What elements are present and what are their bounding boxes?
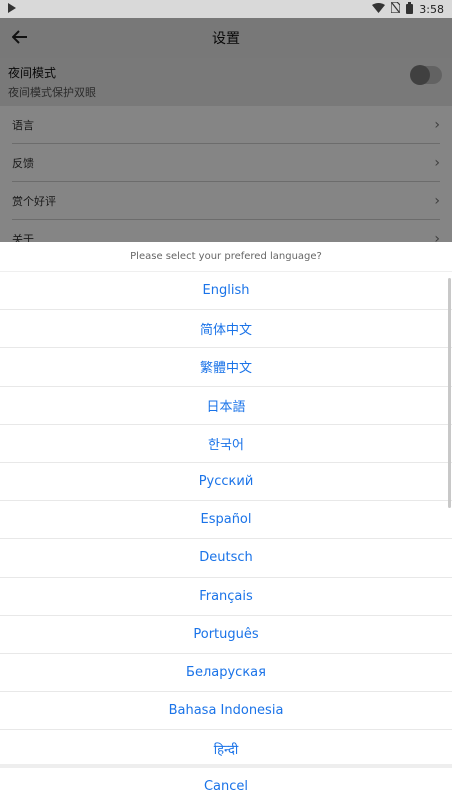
status-bar: 3:58: [0, 0, 452, 18]
language-option-english[interactable]: English: [0, 272, 452, 311]
status-time: 3:58: [419, 2, 444, 16]
dialog-scrim[interactable]: [0, 18, 452, 242]
language-option-spanish[interactable]: Español: [0, 501, 452, 540]
cancel-button[interactable]: Cancel: [0, 768, 452, 805]
status-right: 3:58: [372, 1, 444, 17]
language-option-traditional-chinese[interactable]: 繁體中文: [0, 348, 452, 387]
language-prompt: Please select your prefered language?: [0, 242, 452, 272]
wifi-icon: [372, 2, 386, 16]
language-option-korean[interactable]: 한국어: [0, 425, 452, 463]
language-sheet: Please select your prefered language? En…: [0, 242, 452, 805]
language-option-german[interactable]: Deutsch: [0, 539, 452, 578]
language-option-russian[interactable]: Русский: [0, 463, 452, 502]
language-option-japanese[interactable]: 日本語: [0, 387, 452, 425]
notification-play-icon: [8, 2, 16, 16]
language-option-belarusian[interactable]: Беларуская: [0, 654, 452, 693]
language-option-simplified-chinese[interactable]: 简体中文: [0, 310, 452, 349]
language-option-indonesian[interactable]: Bahasa Indonesia: [0, 692, 452, 731]
no-sim-icon: [390, 1, 401, 16]
language-list: English 简体中文 繁體中文 日本語 한국어 Русский Españo…: [0, 272, 452, 764]
screen: 3:58 设置 夜间模式 夜间模式保护双眼 语言 › 反馈 › 赏个好评 › 关…: [0, 0, 452, 805]
language-option-french[interactable]: Français: [0, 578, 452, 616]
language-list-scrollbar[interactable]: [448, 278, 451, 508]
battery-icon: [406, 1, 414, 17]
language-option-hindi[interactable]: हिन्दी: [0, 730, 452, 764]
language-option-portuguese[interactable]: Português: [0, 616, 452, 654]
